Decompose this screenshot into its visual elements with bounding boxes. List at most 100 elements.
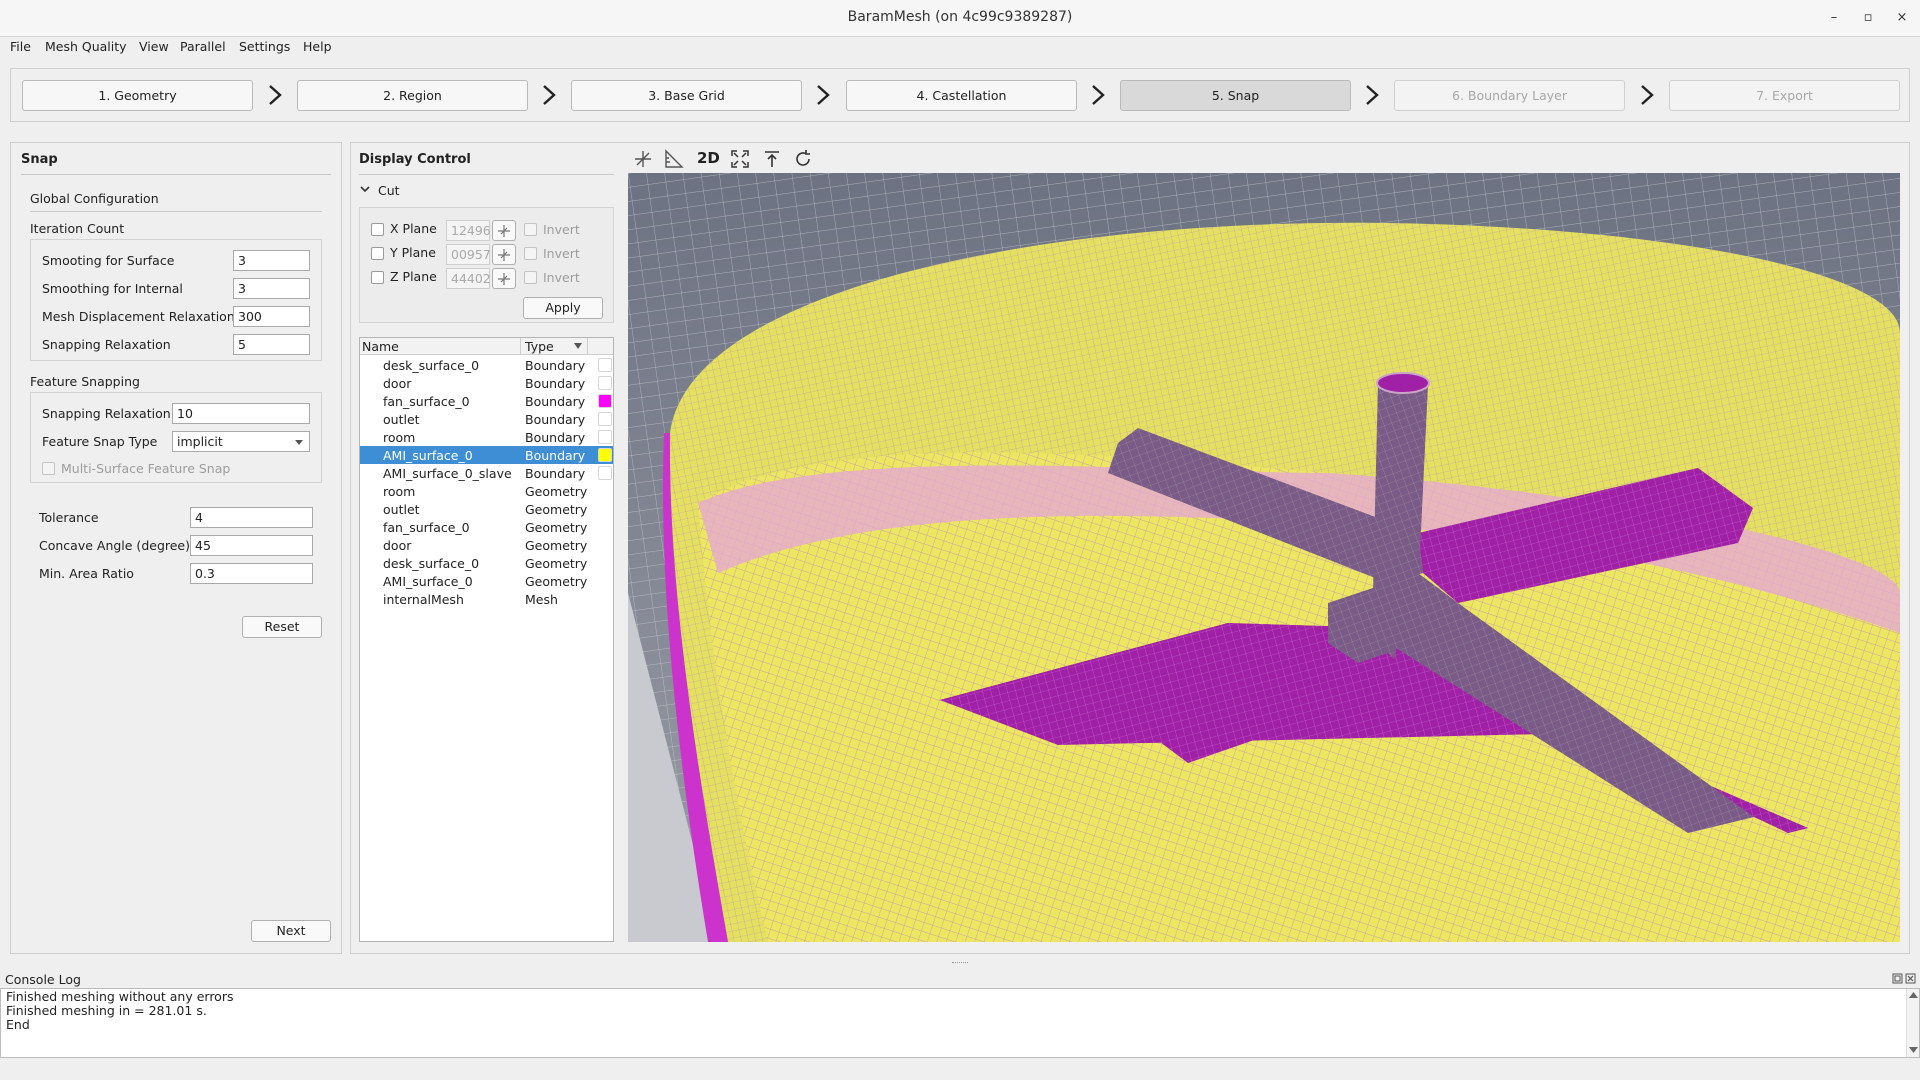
tree-row[interactable]: AMI_surface_0_slave Boundary — [360, 464, 613, 482]
column-name[interactable]: Name — [362, 339, 399, 354]
tree-row[interactable]: outlet Boundary — [360, 410, 613, 428]
feature-snap-type-value: implicit — [177, 434, 223, 449]
feature-relaxation-input[interactable]: 10 — [172, 403, 310, 424]
tree-row[interactable]: internalMesh Mesh — [360, 590, 613, 608]
tree-row[interactable]: fan_surface_0 Geometry — [360, 518, 613, 536]
axis-icon[interactable] — [633, 149, 653, 169]
menu-help[interactable]: Help — [303, 39, 332, 54]
menu-parallel[interactable]: Parallel — [180, 39, 226, 54]
close-button[interactable]: × — [1892, 8, 1912, 28]
tree-row[interactable]: room Boundary — [360, 428, 613, 446]
row-name: outlet — [383, 502, 420, 517]
mesh-displacement-input[interactable]: 300 — [233, 306, 310, 327]
row-type: Boundary — [525, 466, 586, 481]
multi-surface-checkbox — [42, 462, 55, 475]
mesh-viewport[interactable] — [628, 173, 1900, 942]
feature-snap-type-select[interactable]: implicit — [172, 431, 310, 452]
feature-snap-type-label: Feature Snap Type — [42, 434, 158, 449]
column-divider — [520, 338, 521, 355]
cut-label[interactable]: Cut — [378, 183, 400, 198]
maximize-button[interactable]: ▫ — [1858, 8, 1878, 28]
concave-angle-input[interactable]: 45 — [190, 535, 313, 556]
smoothing-internal-label: Smoothing for Internal — [42, 281, 183, 296]
x-plane-pick-button[interactable] — [492, 220, 516, 241]
fit-view-icon[interactable] — [730, 149, 750, 169]
step-base-grid[interactable]: 3. Base Grid — [571, 80, 802, 111]
tree-row[interactable]: AMI_surface_0 Geometry — [360, 572, 613, 590]
tree-row[interactable]: room Geometry — [360, 482, 613, 500]
row-name: desk_surface_0 — [383, 358, 480, 373]
z-plane-pick-button[interactable] — [492, 268, 516, 289]
step-geometry[interactable]: 1. Geometry — [22, 80, 253, 111]
mesh-render — [628, 173, 1900, 942]
global-configuration-label: Global Configuration — [30, 191, 159, 206]
display-control-title: Display Control — [359, 152, 471, 167]
row-type: Geometry — [525, 574, 588, 589]
multi-surface-label: Multi-Surface Feature Snap — [61, 461, 231, 476]
color-swatch[interactable] — [598, 412, 612, 426]
tree-row[interactable]: fan_surface_0 Boundary — [360, 392, 613, 410]
color-swatch[interactable] — [598, 430, 612, 444]
tree-row[interactable]: outlet Geometry — [360, 500, 613, 518]
x-invert-label: Invert — [543, 222, 580, 237]
float-icon[interactable] — [1892, 973, 1903, 984]
splitter-handle[interactable] — [952, 962, 968, 964]
min-area-ratio-input[interactable]: 0.3 — [190, 563, 313, 584]
refresh-icon[interactable] — [793, 149, 813, 169]
view-up-icon[interactable] — [762, 149, 782, 169]
column-type[interactable]: Type — [525, 339, 554, 354]
step-export: 7. Export — [1669, 80, 1900, 111]
apply-button[interactable]: Apply — [523, 297, 603, 319]
color-swatch[interactable] — [598, 466, 612, 480]
smoothing-internal-input[interactable]: 3 — [233, 278, 310, 299]
tree-row[interactable]: desk_surface_0 Geometry — [360, 554, 613, 572]
menu-view[interactable]: View — [139, 39, 169, 54]
color-swatch[interactable] — [598, 394, 612, 408]
menu-settings[interactable]: Settings — [239, 39, 290, 54]
actor-tree[interactable]: Name Type desk_surface_0 Boundary door Boun… — [359, 337, 614, 942]
row-name: fan_surface_0 — [383, 520, 470, 535]
reset-button[interactable]: Reset — [242, 616, 322, 638]
console-log-title: Console Log — [5, 972, 81, 987]
menu-mesh-quality[interactable]: Mesh Quality — [45, 39, 127, 54]
color-swatch[interactable] — [598, 448, 612, 462]
tree-row[interactable]: desk_surface_0 Boundary — [360, 356, 613, 374]
tolerance-input[interactable]: 4 — [190, 507, 313, 528]
snapping-relaxation-input[interactable]: 5 — [233, 334, 310, 355]
scroll-up-icon[interactable] — [1909, 991, 1918, 998]
y-plane-pick-button[interactable] — [492, 244, 516, 265]
row-type: Geometry — [525, 484, 588, 499]
step-castellation[interactable]: 4. Castellation — [846, 80, 1077, 111]
smoothing-surface-input[interactable]: 3 — [233, 250, 310, 271]
snapping-relaxation-label: Snapping Relaxation — [42, 337, 171, 352]
step-snap[interactable]: 5. Snap — [1120, 80, 1351, 111]
console-scrollbar[interactable] — [1906, 989, 1919, 1057]
tree-row[interactable]: AMI_surface_0 Boundary — [360, 446, 613, 464]
next-button[interactable]: Next — [251, 920, 331, 942]
z-plane-checkbox[interactable] — [371, 271, 384, 284]
crosshair-icon — [498, 225, 510, 237]
console-log[interactable]: Finished meshing without any errors Fini… — [0, 988, 1920, 1058]
chevron-down-icon[interactable] — [359, 183, 371, 195]
scroll-down-icon[interactable] — [1909, 1047, 1918, 1054]
divider — [359, 174, 614, 175]
minimize-button[interactable]: – — [1824, 8, 1844, 28]
y-plane-checkbox[interactable] — [371, 247, 384, 260]
x-plane-checkbox[interactable] — [371, 223, 384, 236]
2d-view-button[interactable]: 2D — [697, 149, 720, 167]
ruler-icon[interactable] — [664, 149, 684, 169]
row-name: internalMesh — [383, 592, 464, 607]
color-swatch[interactable] — [598, 358, 612, 372]
divider — [30, 211, 322, 212]
color-swatch[interactable] — [598, 376, 612, 390]
close-icon[interactable] — [1905, 973, 1916, 984]
row-type: Boundary — [525, 358, 586, 373]
row-name: desk_surface_0 — [383, 556, 480, 571]
tree-row[interactable]: door Boundary — [360, 374, 613, 392]
tree-row[interactable]: door Geometry — [360, 536, 613, 554]
y-plane-input: 00957 — [446, 244, 491, 265]
column-divider — [587, 338, 588, 355]
menu-file[interactable]: File — [10, 39, 31, 54]
row-name: room — [383, 430, 416, 445]
step-region[interactable]: 2. Region — [297, 80, 528, 111]
